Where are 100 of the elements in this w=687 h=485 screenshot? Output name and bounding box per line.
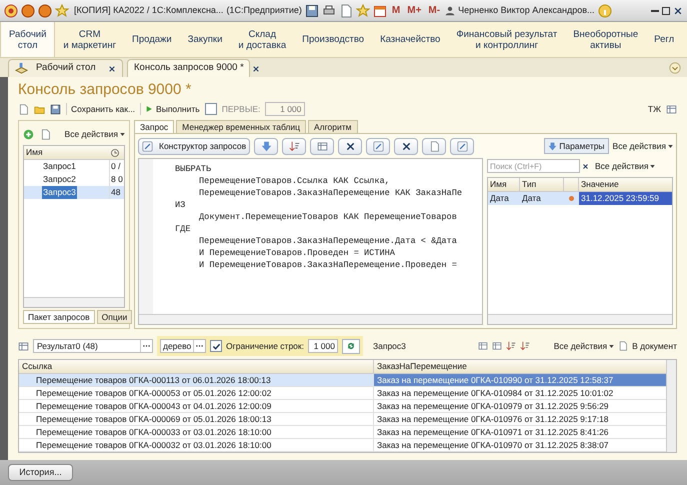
document-tab[interactable]: Рабочий стол: [8, 59, 123, 77]
query-builder-button[interactable]: Конструктор запросов: [138, 138, 250, 154]
result-row[interactable]: Перемещение товаров 0ГКА-000053 от 05.01.2026 12:00:02 Заказ на перемещение 0ГКА-010984 от 31.12.2025 10:01:02: [19, 387, 666, 400]
section-tab[interactable]: Склад и доставка: [230, 22, 294, 57]
printer-icon: [322, 4, 336, 18]
code-line: ПеремещениеТоваров.Ссылка КАК Ссылка,: [199, 175, 390, 187]
column-header[interactable]: Значение: [579, 178, 672, 191]
result-row[interactable]: Перемещение товаров 0ГКА-000069 от 05.01.2026 18:00:13 Заказ на перемещение 0ГКА-010976 от 31.12.2025 9:17:18: [19, 413, 666, 426]
query-row[interactable]: Запрос1 0 /: [24, 160, 124, 173]
section-tab[interactable]: Производство: [294, 22, 372, 57]
memory-button[interactable]: M: [390, 3, 402, 18]
parameters-button[interactable]: Параметры: [544, 138, 609, 154]
result-row[interactable]: Перемещение товаров 0ГКА-000033 от 03.01.2026 18:10:00 Заказ на перемещение 0ГКА-010971 от 31.12.2025 8:41:26: [19, 426, 666, 439]
limit-checkbox[interactable]: [210, 340, 222, 352]
panel-tab[interactable]: Опции: [96, 310, 132, 324]
scrollbar[interactable]: [488, 314, 672, 324]
limit-label: Ограничение строк:: [226, 340, 304, 352]
user-name: Черненко Виктор Александров...: [458, 4, 595, 17]
search-field[interactable]: Поиск (Ctrl+F): [487, 159, 580, 173]
user-icon: [445, 6, 456, 16]
all-actions-button[interactable]: Все действия: [612, 140, 673, 152]
section-tab[interactable]: CRM и маркетинг: [55, 22, 124, 57]
section-tab[interactable]: Финансовый результат и контроллинг: [448, 22, 566, 57]
limit-field[interactable]: 1 000: [308, 339, 338, 353]
comment-icon: [372, 140, 384, 152]
code-line: И ПеремещениеТоваров.ЗаказНаПеремещение.Проведен =: [199, 259, 457, 271]
logo-icon: [4, 4, 18, 18]
clear-button[interactable]: [338, 138, 362, 154]
query-row[interactable]: Запрос3 48: [24, 186, 124, 199]
code-line: ИЗ: [175, 199, 186, 211]
query-editor[interactable]: [138, 158, 483, 325]
section-tab[interactable]: Закупки: [180, 22, 230, 57]
all-actions-button[interactable]: Все действия: [554, 340, 614, 352]
info-icon: [598, 4, 612, 18]
window-title: [КОПИЯ] КА2022 / 1С:Комплексна...: [74, 4, 224, 17]
desk-icon: [15, 62, 28, 75]
section-tab[interactable]: Регл: [646, 22, 682, 57]
first-checkbox[interactable]: [204, 103, 217, 115]
text-button[interactable]: [310, 138, 334, 154]
close-button[interactable]: [673, 6, 683, 16]
calendar-icon: [372, 4, 387, 18]
section-tab[interactable]: Казначейство: [372, 22, 448, 57]
result-row[interactable]: Перемещение товаров 0ГКА-000032 от 03.01.2026 18:10:00 Заказ на перемещение 0ГКА-010970 от 31.12.2025 8:38:07: [19, 439, 666, 452]
editor-tab[interactable]: Менеджер временных таблиц: [176, 120, 306, 133]
sort-icon: [520, 341, 530, 351]
clear-icon: [582, 162, 589, 170]
form-title: Консоль запросов 9000 *: [18, 80, 192, 100]
column-header[interactable]: Ссылка: [19, 360, 374, 373]
format-button[interactable]: [282, 138, 306, 154]
memory-button[interactable]: M-: [426, 3, 442, 18]
code-line: ГДЕ: [175, 223, 190, 235]
minimize-button[interactable]: [651, 10, 659, 12]
code-line: ПеремещениеТоваров.ЗаказНаПеремещение.Дата < &Дата: [199, 235, 457, 247]
code-line: И ПеремещениеТоваров.Проведен = ИСТИНА: [199, 247, 395, 259]
panel-tab[interactable]: Пакет запросов: [23, 310, 95, 324]
copy-icon: [40, 128, 51, 140]
to-document-label[interactable]: В документ: [632, 340, 677, 352]
column-header[interactable]: Тип: [520, 178, 564, 191]
result-row[interactable]: Перемещение товаров 0ГКА-000043 от 04.01.2026 12:00:09 Заказ на перемещение 0ГКА-010979 от 31.12.2025 9:56:29: [19, 400, 666, 413]
builder-icon: [142, 140, 153, 152]
import-button[interactable]: [254, 138, 278, 154]
scrollbar[interactable]: [24, 297, 124, 307]
code-line: Документ.ПеремещениеТоваров КАК ПеремещениеТоваров: [199, 211, 457, 223]
wizard-button[interactable]: [450, 138, 474, 154]
import-icon: [260, 140, 272, 152]
all-actions-button[interactable]: Все действия: [64, 128, 125, 140]
scrollbar[interactable]: [666, 360, 676, 452]
section-tab[interactable]: Внеоборотные активы: [565, 22, 646, 57]
uncomment-button[interactable]: [394, 138, 418, 154]
format-icon: [288, 140, 300, 152]
parameter-row[interactable]: Дата Дата 31.12.2025 23:59:59: [488, 192, 672, 205]
history-button[interactable]: История...: [8, 464, 73, 481]
wrap-icon: [428, 140, 440, 152]
editor-tab[interactable]: Запрос: [134, 120, 174, 133]
first-field[interactable]: 1 000: [265, 102, 306, 116]
maximize-button[interactable]: [662, 6, 670, 14]
table-icon: [18, 340, 29, 352]
save-icon: [304, 4, 319, 18]
column-header[interactable]: ЗаказНаПеремещение: [374, 360, 666, 373]
save-as-button[interactable]: Сохранить как...: [66, 102, 136, 116]
column-header[interactable]: Имя: [488, 178, 520, 191]
editor-tab[interactable]: Алгоритм: [308, 120, 358, 133]
text-icon: [316, 140, 328, 152]
close-icon: [252, 64, 260, 72]
refresh-button[interactable]: [342, 338, 360, 354]
first-label: ПЕРВЫЕ:: [222, 102, 260, 116]
section-tab[interactable]: Продажи: [124, 22, 180, 57]
run-button[interactable]: Выполнить: [140, 102, 200, 116]
result-row[interactable]: Перемещение товаров 0ГКА-000113 от 06.01.2026 18:00:13 Заказ на перемещение 0ГКА-010990 от 31.12.2025 12:58:37: [19, 374, 666, 387]
wizard-icon: [456, 140, 468, 152]
list-icon: [478, 341, 488, 351]
result-field[interactable]: Результат0 (48): [33, 339, 153, 353]
caret-icon: [668, 144, 673, 148]
scrollbar[interactable]: [139, 314, 482, 324]
memory-button[interactable]: M+: [405, 3, 424, 18]
view-field[interactable]: дерево: [160, 339, 206, 353]
star-icon: [356, 4, 370, 18]
section-tab[interactable]: Рабочий стол: [0, 22, 56, 57]
all-actions-button[interactable]: Все действия: [595, 160, 656, 172]
refresh-icon: [346, 341, 356, 351]
